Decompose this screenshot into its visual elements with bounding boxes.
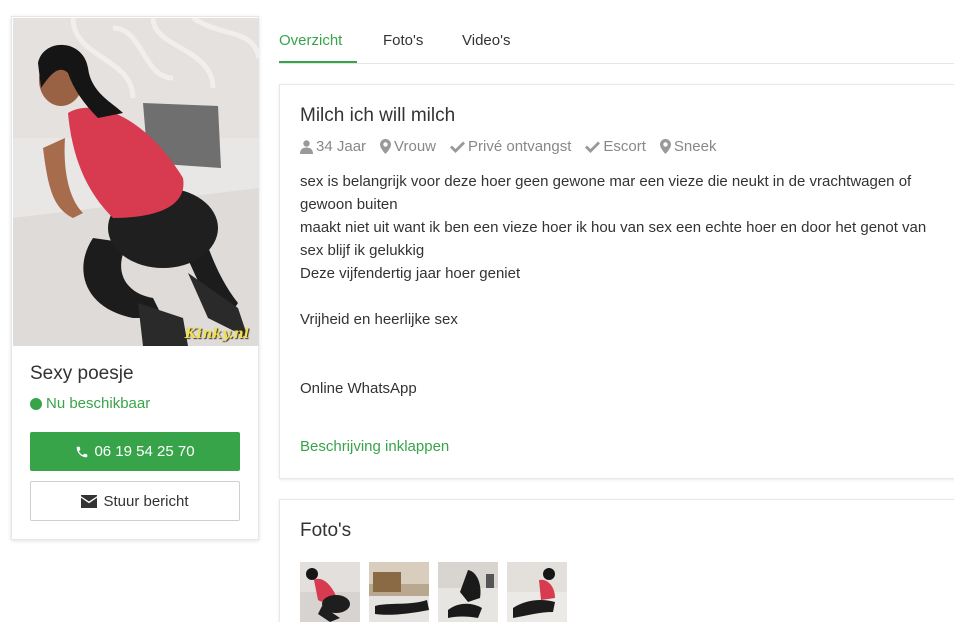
- status-label: Nu beschikbaar: [46, 395, 151, 412]
- meta-gender: Vrouw: [380, 138, 436, 155]
- profile-meta: 34 Jaar Vrouw Privé ontvangst Escort Sne…: [300, 138, 716, 155]
- photos-title: Foto's: [300, 520, 352, 541]
- check-icon: [585, 141, 601, 153]
- photo-thumbnail[interactable]: [438, 562, 498, 622]
- send-message-button[interactable]: Stuur bericht: [30, 481, 240, 521]
- collapse-description-link[interactable]: Beschrijving inklappen: [300, 438, 449, 455]
- description-line: Deze vijfendertig jaar hoer geniet: [300, 265, 521, 282]
- meta-age: 34 Jaar: [300, 138, 366, 155]
- meta-escort: Escort: [585, 138, 646, 155]
- user-icon: [300, 139, 313, 154]
- description-card: Milch ich will milch 34 Jaar Vrouw Privé…: [279, 84, 954, 479]
- meta-city: Sneek: [659, 138, 716, 155]
- profile-photo[interactable]: Kinky.nl: [13, 18, 259, 346]
- description-text: sex is belangrijk voor deze hoer geen ge…: [300, 170, 940, 400]
- photo-thumbnail[interactable]: [369, 562, 429, 622]
- active-tab-indicator: [279, 61, 357, 63]
- envelope-icon: [81, 494, 98, 508]
- description-line: Vrijheid en heerlijke sex: [300, 311, 458, 328]
- tab-fotos[interactable]: Foto's: [383, 32, 423, 49]
- map-marker-icon: [659, 139, 671, 154]
- status-dot-icon: [30, 397, 42, 410]
- send-message-label: Stuur bericht: [103, 492, 189, 510]
- map-marker-icon: [380, 139, 392, 154]
- description-line: Online WhatsApp: [300, 380, 417, 397]
- meta-reception: Privé ontvangst: [450, 138, 571, 155]
- availability-status: Nu beschikbaar: [30, 395, 150, 412]
- description-title: Milch ich will milch: [300, 105, 456, 126]
- photos-card: Foto's: [279, 499, 954, 622]
- call-button[interactable]: 06 19 54 25 70: [30, 432, 240, 471]
- photo-thumbnail[interactable]: [507, 562, 567, 622]
- profile-tabs: Overzicht Foto's Video's: [279, 18, 954, 64]
- photo-thumbnail[interactable]: [300, 562, 360, 622]
- phone-icon: [77, 446, 88, 457]
- profile-card: Kinky.nl Sexy poesje Nu beschikbaar 06 1…: [11, 16, 259, 540]
- description-line: sex is belangrijk voor deze hoer geen ge…: [300, 173, 912, 213]
- photo-thumbnails: [300, 562, 567, 622]
- tab-videos[interactable]: Video's: [462, 32, 510, 49]
- phone-number: 06 19 54 25 70: [94, 443, 195, 460]
- description-line: maakt niet uit want ik ben een vieze hoe…: [300, 219, 927, 259]
- tab-overzicht[interactable]: Overzicht: [279, 32, 342, 49]
- watermark-logo: Kinky.nl: [184, 326, 249, 342]
- check-icon: [450, 141, 466, 153]
- profile-name: Sexy poesje: [30, 363, 134, 384]
